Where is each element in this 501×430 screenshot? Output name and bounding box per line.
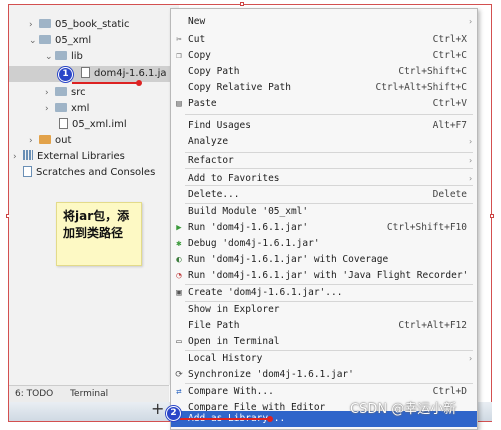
- jar-file-icon: [81, 67, 90, 78]
- annotation-underline: [72, 82, 140, 84]
- tree-item-lib[interactable]: ⌄ lib: [45, 49, 83, 65]
- tree-item-label: dom4j-1.6.1.ja: [94, 68, 167, 79]
- config-icon: ▣: [176, 288, 182, 298]
- menu-item-local-history[interactable]: Local History ›: [171, 351, 477, 367]
- tree-item-label: 05_xml.iml: [72, 119, 127, 130]
- paste-icon: ▤: [176, 99, 182, 109]
- folder-icon: [39, 35, 51, 44]
- tree-item-external-libraries[interactable]: › External Libraries: [13, 149, 125, 165]
- menu-item-analyze[interactable]: Analyze ›: [171, 134, 477, 150]
- tree-item-dom4j-jar[interactable]: dom4j-1.6.1.ja: [9, 66, 184, 82]
- menu-item-new[interactable]: New ›: [171, 14, 477, 30]
- terminal-tab[interactable]: Terminal: [70, 389, 108, 399]
- compare-icon: ⇄: [176, 387, 182, 397]
- menu-item-copy-path[interactable]: Copy Path Ctrl+Shift+C: [171, 64, 477, 80]
- sync-icon: ⟳: [175, 370, 183, 380]
- annotation-dot: [136, 80, 142, 86]
- menu-separator: [185, 168, 473, 169]
- copy-icon: ❐: [176, 51, 182, 61]
- tree-item-out[interactable]: › out: [29, 133, 71, 149]
- menu-item-delete[interactable]: Delete... Delete: [171, 187, 477, 203]
- menu-item-copy-relative-path[interactable]: Copy Relative Path Ctrl+Alt+Shift+C: [171, 80, 477, 96]
- tree-item-05-book-static[interactable]: › 05_book_static: [29, 17, 130, 33]
- tree-item-xml[interactable]: › xml: [45, 101, 89, 117]
- folder-icon: [39, 19, 51, 28]
- watermark: CSDN @幸运小新: [350, 402, 457, 417]
- library-icon: [23, 150, 33, 160]
- tree-item-05-xml-iml[interactable]: 05_xml.iml: [59, 117, 127, 133]
- tree-item-label: lib: [71, 51, 83, 62]
- cut-icon: ✂: [176, 35, 182, 45]
- expand-arrow-icon[interactable]: ›: [13, 149, 23, 165]
- folder-icon: [39, 135, 51, 144]
- annotation-underline: [180, 418, 270, 420]
- menu-item-synchronize[interactable]: ⟳ Synchronize 'dom4j-1.6.1.jar': [171, 367, 477, 383]
- scratch-icon: [23, 166, 32, 177]
- menu-item-run[interactable]: ▶ Run 'dom4j-1.6.1.jar' Ctrl+Shift+F10: [171, 220, 477, 236]
- profiler-icon: ◔: [176, 271, 182, 281]
- step-badge-1: 1: [58, 67, 73, 82]
- submenu-arrow-icon: ›: [468, 354, 473, 363]
- menu-item-paste[interactable]: ▤ Paste Ctrl+V: [171, 96, 477, 112]
- plus-icon: +: [151, 399, 165, 418]
- submenu-arrow-icon: ›: [468, 137, 473, 146]
- collapse-arrow-icon[interactable]: ⌄: [45, 49, 55, 65]
- menu-item-create-config[interactable]: ▣ Create 'dom4j-1.6.1.jar'...: [171, 285, 477, 301]
- folder-icon: [55, 87, 67, 96]
- project-tree: › 05_book_static ⌄ 05_xml ⌄ lib dom4j-1.6.1…: [9, 5, 184, 385]
- resize-handle[interactable]: [240, 2, 244, 6]
- tree-item-scratches[interactable]: Scratches and Consoles: [13, 165, 155, 181]
- menu-item-copy[interactable]: ❐ Copy Ctrl+C: [171, 48, 477, 64]
- tree-item-label: External Libraries: [37, 151, 125, 162]
- tool-window-bar: 6: TODO Terminal: [9, 385, 169, 402]
- menu-item-open-in-terminal[interactable]: ▭ Open in Terminal: [171, 334, 477, 350]
- annotation-note: 将jar包，添加到类路径: [56, 202, 142, 266]
- expand-arrow-icon[interactable]: ›: [45, 101, 55, 117]
- run-icon: ▶: [176, 223, 182, 233]
- collapse-arrow-icon[interactable]: ⌄: [29, 33, 39, 49]
- tree-item-label: src: [71, 87, 86, 98]
- todo-tab[interactable]: 6: TODO: [15, 389, 53, 399]
- terminal-icon: ▭: [176, 337, 182, 347]
- step-badge-2: 2: [166, 406, 181, 421]
- folder-icon: [55, 51, 67, 60]
- menu-item-refactor[interactable]: Refactor ›: [171, 153, 477, 169]
- menu-item-run-with-jfr[interactable]: ◔ Run 'dom4j-1.6.1.jar' with 'Java Flight…: [171, 268, 477, 284]
- menu-item-cut[interactable]: ✂ Cut Ctrl+X: [171, 32, 477, 48]
- menu-separator: [185, 114, 473, 115]
- folder-icon: [55, 103, 67, 112]
- tree-item-label: xml: [71, 103, 90, 114]
- menu-item-show-in-explorer[interactable]: Show in Explorer: [171, 302, 477, 318]
- coverage-icon: ◐: [176, 255, 182, 265]
- submenu-arrow-icon: ›: [468, 156, 473, 165]
- expand-arrow-icon[interactable]: ›: [29, 17, 39, 33]
- annotation-dot: [267, 416, 273, 422]
- tree-item-label: out: [55, 135, 72, 146]
- menu-item-file-path[interactable]: File Path Ctrl+Alt+F12: [171, 318, 477, 334]
- expand-arrow-icon[interactable]: ›: [29, 133, 39, 149]
- tree-item-05-xml[interactable]: ⌄ 05_xml: [29, 33, 91, 49]
- iml-file-icon: [59, 118, 68, 129]
- menu-item-find-usages[interactable]: Find Usages Alt+F7: [171, 118, 477, 134]
- menu-item-debug[interactable]: ✱ Debug 'dom4j-1.6.1.jar': [171, 236, 477, 252]
- tree-item-label: 05_xml: [55, 35, 92, 46]
- tree-item-label: Scratches and Consoles: [36, 167, 156, 178]
- debug-icon: ✱: [176, 239, 182, 249]
- menu-separator: [185, 185, 473, 186]
- expand-arrow-icon[interactable]: ›: [45, 85, 55, 101]
- submenu-arrow-icon: ›: [468, 17, 473, 26]
- tree-item-label: 05_book_static: [55, 19, 130, 30]
- resize-handle[interactable]: [490, 214, 494, 218]
- menu-item-build-module[interactable]: Build Module '05_xml': [171, 204, 477, 220]
- tree-item-src[interactable]: › src: [45, 85, 86, 101]
- menu-item-run-with-coverage[interactable]: ◐ Run 'dom4j-1.6.1.jar' with Coverage: [171, 252, 477, 268]
- context-menu: New › ✂ Cut Ctrl+X ❐ Copy Ctrl+C Copy Path Ctr…: [170, 8, 478, 430]
